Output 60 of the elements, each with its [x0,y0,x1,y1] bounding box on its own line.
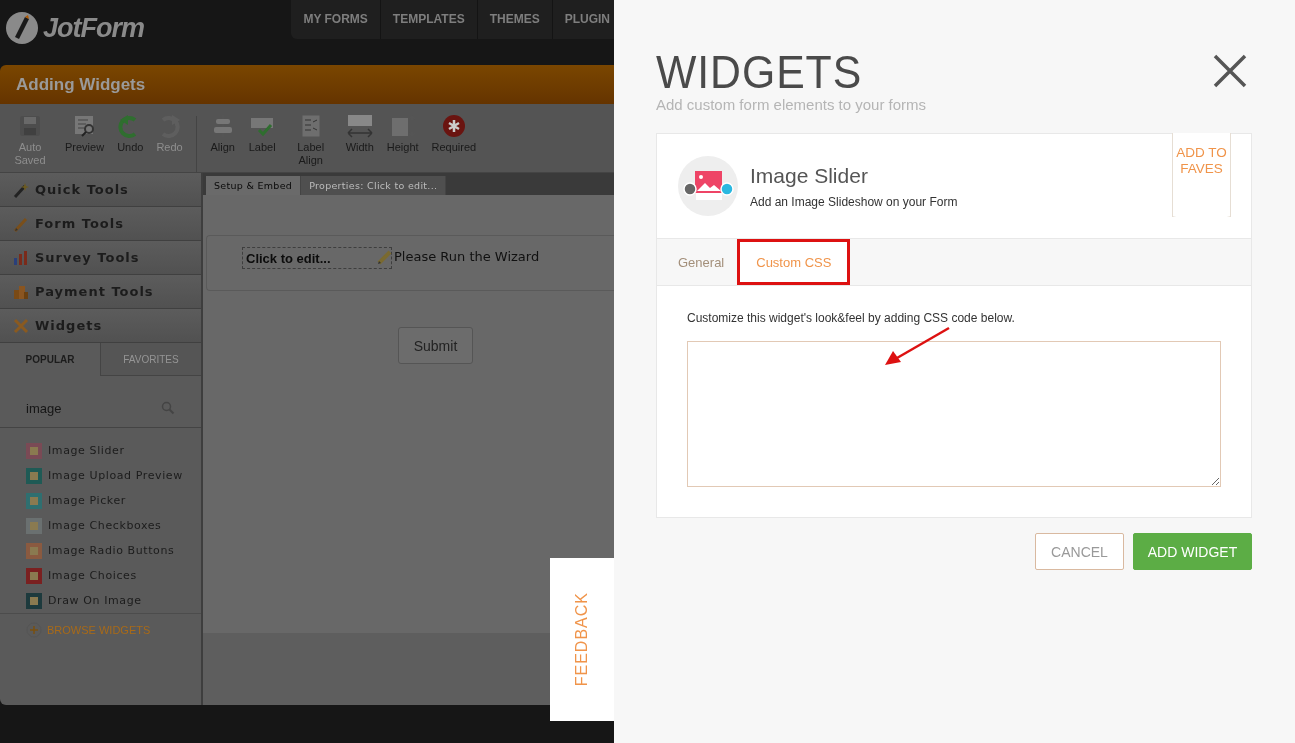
widget-list-item[interactable]: Image Choices [26,563,137,588]
chart-icon [13,249,29,266]
toolbar-button[interactable]: Preview [63,114,107,154]
css-code-field[interactable] [687,341,1221,487]
widget-icon [26,492,42,509]
nav-link[interactable]: MY FORMS [291,0,381,39]
widget-icon [26,442,42,459]
logo-text: JotForm [43,12,144,44]
toolbar-button[interactable]: Label Align [286,114,335,167]
required-icon [440,114,467,138]
widget-tab[interactable]: Custom CSS [737,239,851,285]
toolbar-button[interactable]: Height [384,114,421,154]
widget-name: Image Slider [750,163,869,188]
search-field[interactable]: image [26,400,161,416]
widget-list-item[interactable]: Image Radio Buttons [26,538,175,563]
add-to-faves-ribbon[interactable]: ADD TO FAVES [1172,133,1231,217]
css-hint: Customize this widget's look&feel by adding CSS code below. [687,311,1016,325]
submit-button[interactable]: Submit [398,327,473,364]
width-icon [346,114,373,138]
toolbar-button[interactable]: Label [246,114,278,154]
wand-icon [13,181,29,198]
feedback-tab[interactable]: FEEDBACK [550,558,614,721]
nav-link[interactable]: TEMPLATES [380,0,478,39]
tools-icon [13,317,29,334]
toolbar-button[interactable]: Width [343,114,376,154]
dialog-title: WIDGETS [656,50,864,94]
builder-header: Adding Widgets [0,65,614,104]
widget-icon [26,542,42,559]
canvas-tab[interactable]: Properties: Click to edit... [301,176,447,195]
widget-icon [26,517,42,534]
cancel-button[interactable]: CANCEL [1035,533,1124,570]
dialog-subtitle: Add custom form elements to your forms [656,96,927,113]
nav-link[interactable]: THEMES [477,0,553,39]
widget-description: Add an Image Slideshow on your Form [750,194,958,209]
annotation-arrow [883,326,951,368]
sidebar-tab[interactable]: FAVORITES [100,343,201,376]
label-field[interactable]: Click to edit... [242,247,392,269]
widget-list-item[interactable]: Image Upload Preview [26,463,183,488]
coins-icon [13,283,29,300]
widget-icon [26,467,42,484]
nav-link[interactable]: PLUGIN [552,0,614,39]
pencil-icon [13,215,29,232]
widget-list-item[interactable]: Image Picker [26,488,126,513]
add-widget-button[interactable]: ADD WIDGET [1133,533,1252,570]
widget-list-item[interactable]: Draw On Image [26,588,142,613]
logo-icon [5,11,39,45]
field-text: Please Run the Wizard [394,249,540,264]
browse-widgets-link[interactable]: BROWSE WIDGETS [0,614,151,638]
toolbar-button[interactable]: Required [429,114,478,154]
image-slider-icon [678,156,738,216]
canvas-tab[interactable]: Setup & Embed [206,176,302,195]
toolbar-button[interactable]: Align [207,114,238,154]
widget-list-item[interactable]: Image Slider [26,438,125,463]
widget-icon [26,567,42,584]
save-icon [17,114,43,138]
widget-tab[interactable]: General [667,239,736,285]
widget-list-item[interactable]: Image Checkboxes [26,513,162,538]
close-icon[interactable] [1213,54,1247,88]
widget-icon [26,592,42,609]
pencil-icon [376,248,394,266]
